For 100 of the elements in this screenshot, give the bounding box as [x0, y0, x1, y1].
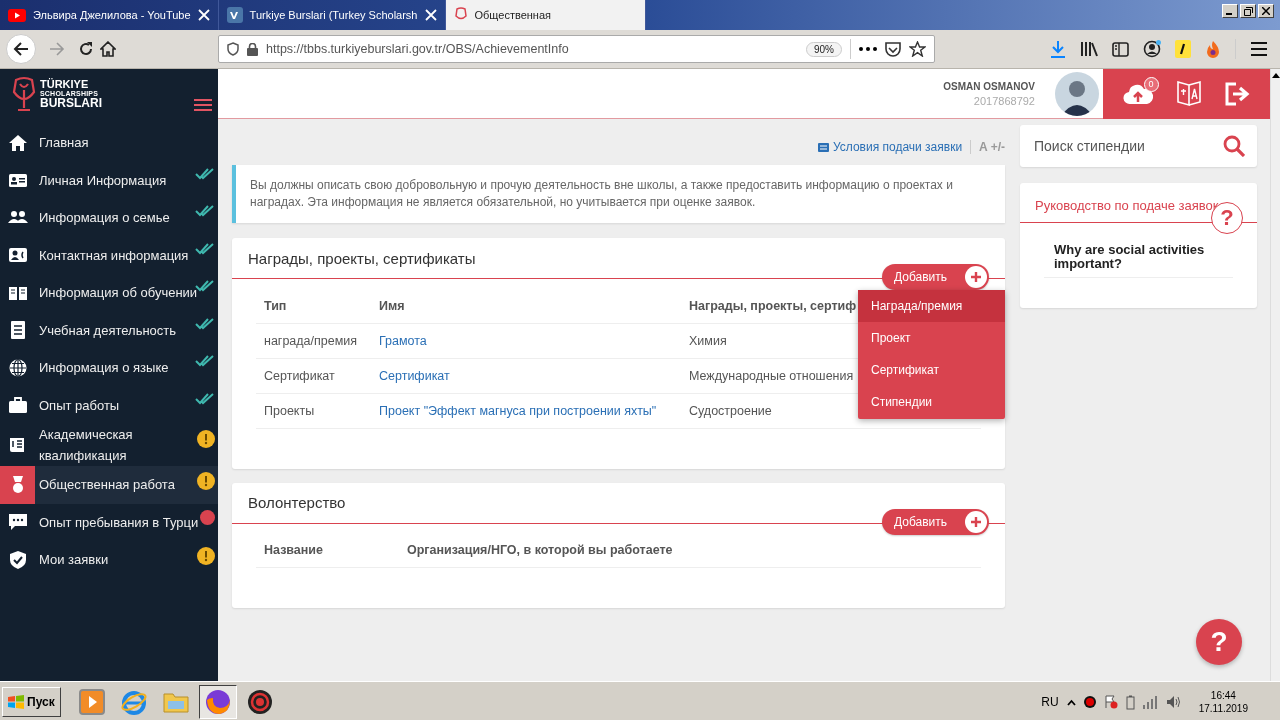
restore-icon	[1243, 6, 1253, 16]
entry-link[interactable]: Грамота	[371, 323, 681, 358]
zoom-level[interactable]: 90%	[806, 41, 842, 57]
sidebar-item[interactable]: Учебная деятельность	[0, 311, 218, 349]
more-icon[interactable]	[859, 47, 877, 51]
sidebar-item[interactable]: Опыт работы	[0, 386, 218, 424]
firefox-icon	[203, 688, 232, 716]
scrollbar[interactable]	[1270, 69, 1280, 681]
column-header: Имя	[379, 298, 405, 313]
taskbar-app[interactable]	[198, 685, 237, 719]
plus-circle-icon	[965, 510, 987, 533]
info-notice: Вы должны описать свою добровольную и прочую деятельность вне школы, а также предоставить информацию о проектах и наградах. Эта информация не является обязательной, но учитывается при оценке заявок.	[232, 165, 1005, 223]
browser-e-icon	[119, 688, 148, 716]
sidebar-item[interactable]: Главная	[0, 124, 218, 162]
address-bar[interactable]: https://tbbs.turkiyeburslari.gov.tr/OBS/AchievementInfo 90%	[218, 35, 935, 63]
star-icon[interactable]	[909, 41, 926, 57]
add-button[interactable]: Добавить	[881, 264, 989, 290]
section-title: Награды, проекты, сертификаты	[248, 249, 476, 267]
sidebar-item[interactable]: Информация об обучении	[0, 274, 218, 312]
double-check-icon	[195, 167, 215, 180]
menu-icon[interactable]	[1250, 42, 1268, 56]
flame-icon[interactable]	[1205, 40, 1221, 58]
start-button[interactable]: Пуск	[2, 687, 61, 717]
table-cell: награда/премия	[256, 323, 371, 358]
sidebar-item[interactable]: Информация о языке	[0, 349, 218, 387]
chevron-up-icon[interactable]	[1066, 698, 1076, 706]
record-dot-icon[interactable]	[1083, 696, 1096, 708]
double-check-icon	[195, 392, 215, 405]
double-check-icon	[195, 317, 215, 330]
sidebar-item[interactable]: Общественная работа	[0, 466, 218, 504]
arrow-up-icon	[1271, 73, 1280, 78]
record-icon	[245, 688, 274, 716]
media-player-icon	[77, 688, 106, 716]
account-icon[interactable]	[1143, 40, 1161, 58]
add-button[interactable]: Добавить	[881, 508, 989, 535]
globe-icon	[7, 357, 28, 378]
close-icon	[1262, 7, 1270, 15]
sidebar-item[interactable]: Мои заявки	[0, 541, 218, 579]
pocket-icon[interactable]	[885, 41, 901, 57]
avatar	[1055, 71, 1099, 116]
table-cell: Сертификат	[256, 358, 371, 393]
entry-link[interactable]: Проект "Эффект магнуса при построении яхты"	[371, 393, 681, 428]
lock-icon	[247, 42, 258, 56]
minimize-button[interactable]	[1222, 4, 1238, 18]
column-header: Тип	[264, 298, 287, 313]
column-header: Название	[264, 543, 323, 558]
double-check-icon	[195, 280, 215, 292]
language-indicator[interactable]: RU	[1041, 695, 1059, 709]
warning-icon	[197, 430, 215, 448]
error-dot-icon	[200, 509, 215, 525]
guide-title: Руководство по подаче заявок	[1035, 198, 1219, 213]
column-header: Награды, проекты, сертиф	[689, 298, 857, 313]
clock[interactable]: 16:44 17.11.2019	[1198, 689, 1248, 715]
windows-flag-icon	[8, 695, 24, 709]
restore-button[interactable]	[1240, 4, 1256, 18]
warning-icon	[197, 547, 215, 565]
home-icon	[7, 132, 28, 153]
browser-tab[interactable]: Общественная	[445, 0, 646, 30]
chat-icon	[7, 512, 28, 533]
user-name: OSMAN OSMANOV	[943, 79, 1035, 94]
shield-icon	[227, 42, 239, 56]
entry-link[interactable]: Сертификат	[371, 358, 681, 393]
guide-question-link[interactable]: Why are social activities important?	[1044, 243, 1233, 278]
cloud-upload-icon[interactable]	[1122, 82, 1153, 105]
double-check-icon	[195, 205, 215, 217]
search-input[interactable]: Поиск стипендии	[1032, 137, 1223, 155]
arrow-left-icon	[13, 41, 29, 57]
sidebar-item[interactable]: Академическая квалификация	[0, 424, 218, 466]
warning-icon	[197, 472, 215, 490]
count-badge: 0	[1143, 76, 1159, 92]
plus-circle-icon	[965, 266, 987, 288]
close-icon[interactable]	[424, 9, 437, 21]
column-header: Организация/НГО, в которой вы работаете	[407, 543, 673, 558]
home-icon[interactable]	[100, 41, 116, 57]
close-icon[interactable]	[197, 9, 210, 21]
sidebar-item[interactable]: Информация о семье	[0, 199, 218, 237]
close-button[interactable]	[1258, 4, 1274, 18]
document-icon	[817, 142, 829, 152]
tulip-logo-icon	[12, 76, 36, 112]
menu-item[interactable]: Награда/премия	[858, 290, 1005, 322]
translate-icon[interactable]	[1175, 78, 1202, 109]
briefcase-icon	[7, 395, 28, 416]
sidebar-item[interactable]: Опыт пребывания в Турци	[0, 503, 218, 541]
help-button[interactable]: ?	[1196, 619, 1242, 665]
speaker-icon[interactable]	[1165, 695, 1181, 709]
signal-icon[interactable]	[1142, 695, 1158, 709]
reload-icon[interactable]	[78, 41, 94, 57]
sidebar-item[interactable]: Контактная информация	[0, 236, 218, 274]
download-icon[interactable]	[1050, 40, 1066, 58]
search-field[interactable]: Поиск стипендии	[1020, 125, 1257, 167]
logout-icon[interactable]	[1224, 81, 1251, 106]
square-logo-icon	[226, 7, 243, 23]
extension-icon[interactable]	[1175, 40, 1191, 58]
library-icon[interactable]	[1080, 41, 1098, 57]
flag-icon[interactable]	[1103, 695, 1118, 709]
battery-icon[interactable]	[1125, 694, 1135, 710]
sidebar-icon[interactable]	[1112, 41, 1129, 57]
sidebar-item[interactable]: Личная Информация	[0, 161, 218, 199]
back-button[interactable]	[6, 34, 36, 64]
search-icon[interactable]	[1223, 135, 1245, 157]
